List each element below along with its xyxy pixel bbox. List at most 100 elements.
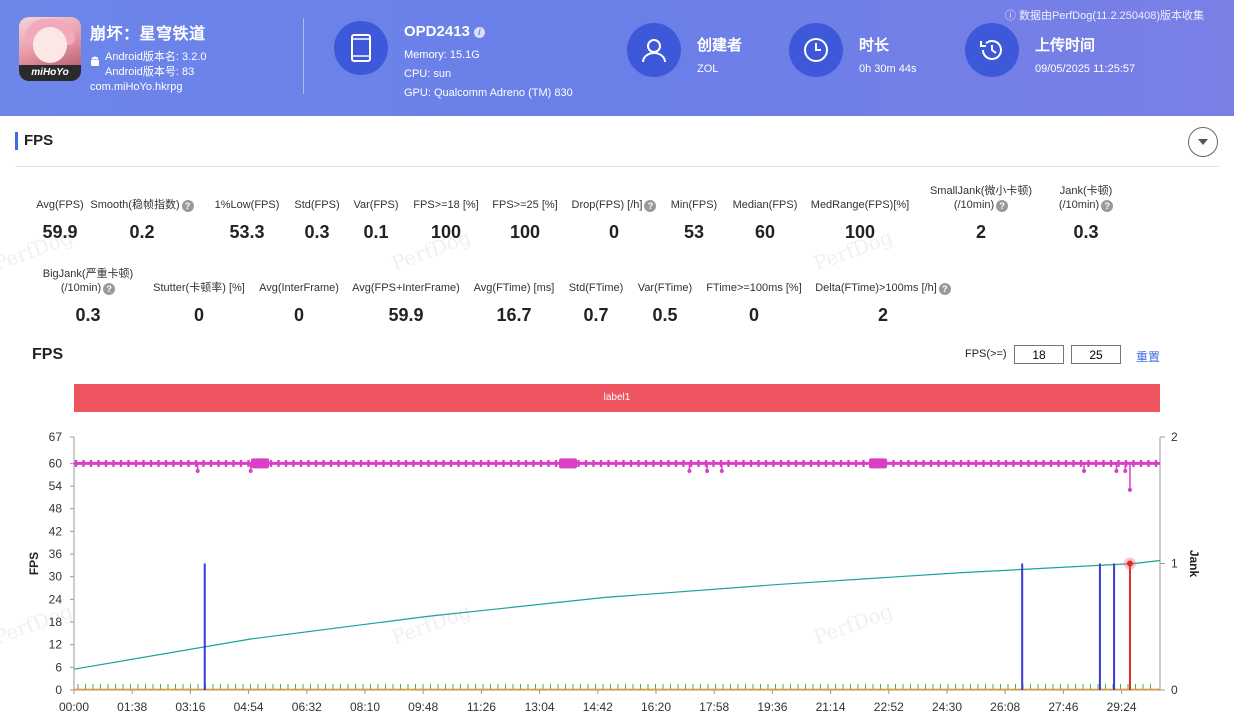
device-name: OPD2413 i [404,23,485,40]
fps-point [172,459,175,467]
fps-point [622,459,625,467]
fps-point [749,459,753,467]
fps-point [922,459,925,467]
fps-point [202,459,205,467]
y-tick-label: 0 [55,683,62,697]
fps-cluster [251,458,269,469]
fps-point [667,459,670,467]
device-info-icon[interactable]: i [473,27,485,38]
fps-point [854,459,858,467]
fps-point [389,459,393,467]
help-icon[interactable]: ? [938,283,951,295]
fps-point [944,459,948,467]
fps-point [772,459,775,467]
fps-chart[interactable]: 061218243036424854606701200:00 01:38 03:16… [0,412,1234,720]
x-tick-label: 14:42 [583,700,613,714]
metric-label-unit-text: (/10min) [953,199,995,211]
app-name: 崩坏：星穹铁道 [90,26,206,43]
fps-point [157,459,160,467]
fps-point [1132,459,1135,467]
fps-point [404,459,408,467]
x-tick-label: 01:38 [117,700,147,714]
trend-line [73,559,1161,670]
duration-label: 时长 [859,37,890,54]
fps-point [517,459,520,467]
section-divider [15,166,1219,167]
history-icon [965,23,1019,77]
fps-point [187,459,190,467]
device-gpu: GPU: Qualcomm Adreno (TM) 830 [404,87,573,99]
x-tick-label: 06:32 [292,700,322,714]
fps-dip-point [705,468,710,473]
fps-point [284,459,288,467]
fps-point [352,459,355,467]
fps-point [434,459,438,467]
fps-point [937,459,940,467]
fps-point [1087,459,1090,467]
y-tick-label: 67 [49,430,63,444]
fps-point [194,459,198,467]
metric-label-unit: (/10min)? [1006,198,1166,212]
help-icon[interactable]: ? [103,283,116,295]
android-icon [91,56,99,66]
fps-point [97,459,100,467]
fps-point [952,459,955,467]
y-tick-label: 30 [49,570,63,584]
x-tick-label: 03:16 [175,700,205,714]
fps-dip-point [195,468,200,473]
fps-point [802,459,805,467]
metric-value: 2 [877,305,888,325]
device-icon [334,21,388,75]
fps-point [374,459,378,467]
fps-point [1012,459,1015,467]
fps-point [892,459,895,467]
fps-cluster [869,458,887,469]
fps-point [449,459,453,467]
x-tick-label: 08:10 [350,700,380,714]
fps-threshold-input-1[interactable] [1014,345,1064,364]
fps-point [164,459,168,467]
collection-note: ⓘ 数据由PerfDog(11.2.250408)版本收集 [1004,10,1204,22]
fps-point [82,459,85,467]
y2-tick-label: 2 [1171,430,1178,444]
fps-point [1147,459,1150,467]
fps-point [967,459,970,467]
fps-point [142,459,145,467]
fps-point [367,459,370,467]
collapse-button[interactable] [1188,127,1218,157]
label-band[interactable]: label1 [74,384,1160,412]
y-tick-label: 60 [49,456,63,470]
fps-dip-point [1082,468,1087,473]
fps-point [307,459,310,467]
fps-threshold-input-2[interactable] [1071,345,1121,364]
fps-point [712,459,715,467]
y-tick-label: 24 [49,592,63,606]
fps-point [959,459,963,467]
x-tick-label: 09:48 [408,700,438,714]
fps-point [299,459,303,467]
fps-point [1042,459,1045,467]
fps-point [1004,459,1008,467]
fps-point [247,459,250,467]
fps-point [824,459,828,467]
reset-link[interactable]: 重置 [1136,348,1160,365]
fps-point [862,459,865,467]
section-accent [15,132,18,150]
x-tick-label: 04:54 [234,700,264,714]
help-icon[interactable]: ? [1101,200,1114,212]
x-tick-label: 26:08 [990,700,1020,714]
bigjank-marker [1126,560,1133,567]
fps-point [1034,459,1038,467]
fps-dip-point [248,468,253,473]
metric-label: Jank(卡顿) [1059,185,1113,197]
fps-point [359,459,363,467]
app-version-code: Android版本号: 83 [105,66,195,78]
fps-point [809,459,813,467]
fps-point [1154,459,1158,467]
fps-point [847,459,850,467]
duration-value: 0h 30m 44s [859,63,917,75]
fps-point [74,459,78,467]
fps-point [539,459,543,467]
fps-point [224,459,228,467]
fps-point [1109,459,1113,467]
